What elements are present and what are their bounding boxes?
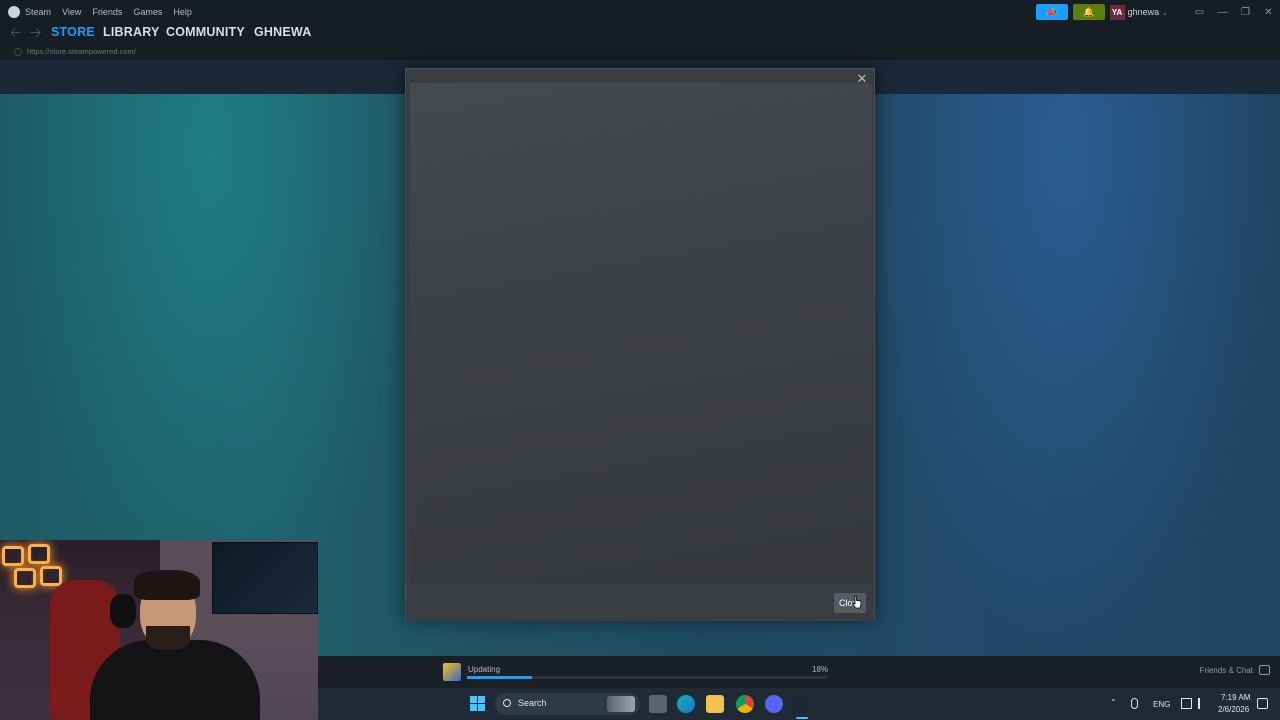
download-progress-bar: [467, 676, 827, 679]
friends-chat-button[interactable]: Friends & Chat: [1200, 666, 1253, 675]
menu-steam[interactable]: Steam: [25, 5, 51, 19]
title-bar: Steam View Friends Games Help 📣 🔔 YA ghn…: [0, 0, 1280, 24]
avatar[interactable]: YA: [1109, 4, 1125, 20]
tab-store[interactable]: STORE: [51, 24, 95, 40]
webcam-person-beard: [146, 626, 190, 650]
close-icon[interactable]: ✕: [855, 72, 869, 86]
account-controls: 📣 🔔 YA ghnewa ⌄ ▭ — ❐ ✕: [1035, 4, 1280, 20]
chrome-icon[interactable]: [736, 695, 754, 713]
download-percent: 18%: [812, 665, 829, 674]
webcam-hex-light: [2, 546, 24, 566]
webcam-hex-light: [40, 566, 62, 586]
chevron-up-icon[interactable]: ⌃: [1110, 698, 1117, 707]
dialog: ✕ Clos: [405, 68, 875, 621]
menu-games[interactable]: Games: [133, 5, 162, 19]
menu-bar: Steam View Friends Games Help: [8, 5, 203, 19]
webcam-hex-light: [28, 544, 50, 564]
clock-date[interactable]: 2/6/2026: [1218, 705, 1249, 714]
download-progress-fill: [467, 676, 532, 679]
file-explorer-icon[interactable]: [706, 695, 724, 713]
tab-library[interactable]: LIBRARY: [103, 24, 160, 40]
menu-view[interactable]: View: [62, 5, 81, 19]
language-indicator[interactable]: ENG: [1153, 700, 1170, 709]
mouse-cursor-icon: [852, 595, 862, 609]
close-window-button[interactable]: ✕: [1257, 7, 1280, 18]
menu-help[interactable]: Help: [173, 5, 192, 19]
dialog-content: [410, 83, 872, 585]
windows-start-icon[interactable]: [469, 695, 487, 713]
loading-spinner-icon: [14, 47, 22, 56]
microphone-icon[interactable]: [1131, 698, 1138, 709]
webcam-headset: [110, 594, 136, 628]
tab-community[interactable]: COMMUNITY: [166, 24, 245, 40]
back-arrow-icon[interactable]: 🡠: [10, 24, 21, 40]
download-status[interactable]: Updating: [468, 665, 500, 674]
url-text: https://store.steampowered.com/: [27, 47, 136, 56]
steam-taskbar-icon[interactable]: [794, 695, 812, 713]
active-app-indicator: [796, 717, 808, 719]
search-icon: [503, 699, 511, 707]
big-picture-icon[interactable]: ▭: [1188, 7, 1211, 18]
taskbar-search[interactable]: Search: [495, 693, 640, 715]
search-label: Search: [518, 698, 547, 708]
background-glow-right: [860, 94, 1280, 656]
forward-arrow-icon[interactable]: 🡢: [30, 24, 41, 40]
chat-icon[interactable]: [1259, 665, 1270, 675]
chevron-down-icon: ⌄: [1162, 10, 1168, 17]
restore-button[interactable]: ❐: [1234, 7, 1257, 18]
notifications-button[interactable]: 🔔: [1072, 4, 1105, 20]
username-label: ghnewa: [1127, 7, 1160, 17]
bell-icon: 🔔: [1082, 6, 1095, 17]
clock-time[interactable]: 7:19 AM: [1221, 693, 1250, 702]
webcam-tv-screen: [212, 542, 318, 614]
webcam-hex-light: [14, 568, 36, 588]
dialog-footer: Clos: [406, 585, 874, 621]
task-view-icon[interactable]: [649, 695, 667, 713]
search-highlight-image: [607, 696, 635, 712]
discord-icon[interactable]: [765, 695, 783, 713]
volume-icon[interactable]: [1198, 698, 1209, 709]
webcam-person-body: [90, 640, 260, 720]
edge-icon[interactable]: [677, 695, 695, 713]
minimize-button[interactable]: —: [1211, 7, 1234, 18]
nav-bar: 🡠 🡢 STORE LIBRARY COMMUNITY GHNEWA https…: [0, 24, 1280, 60]
megaphone-icon: 📣: [1045, 6, 1058, 17]
webcam-overlay: [0, 540, 318, 720]
game-icon[interactable]: [443, 663, 461, 681]
notification-center-icon[interactable]: [1257, 698, 1268, 709]
menu-friends[interactable]: Friends: [92, 5, 122, 19]
url-bar: https://store.steampowered.com/: [14, 47, 136, 56]
network-icon[interactable]: [1181, 698, 1192, 709]
webcam-person-hair: [134, 570, 200, 600]
announcements-button[interactable]: 📣: [1035, 4, 1068, 20]
account-name[interactable]: ghnewa ⌄: [1128, 7, 1168, 17]
tab-profile[interactable]: GHNEWA: [254, 24, 311, 40]
steam-logo-icon: [8, 6, 20, 18]
